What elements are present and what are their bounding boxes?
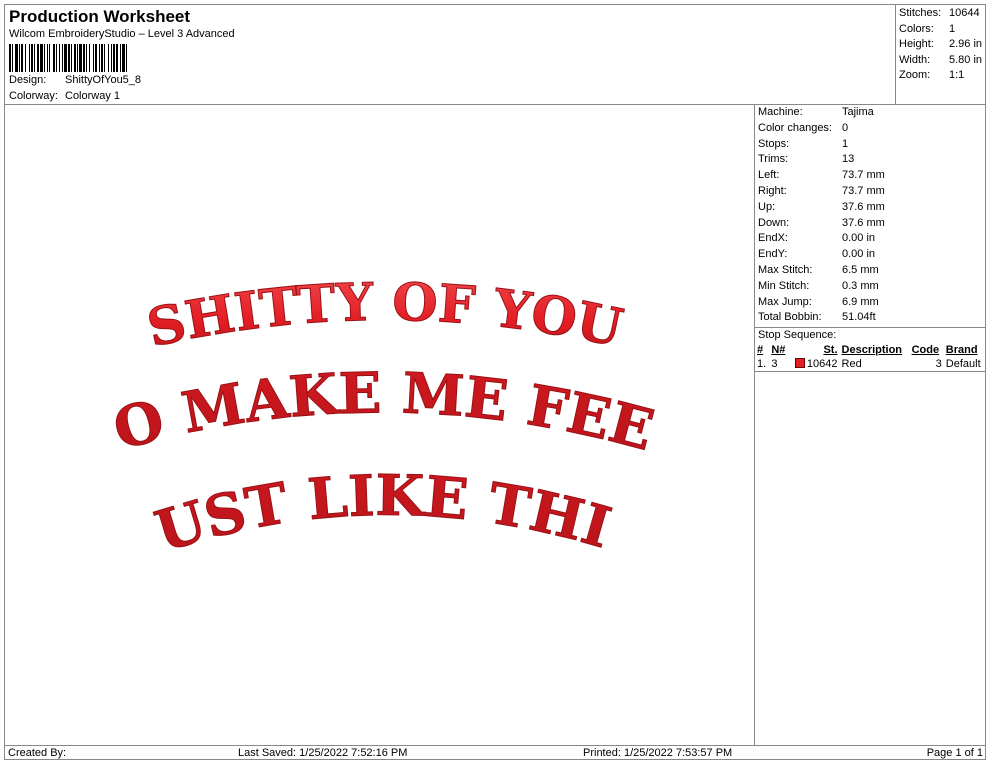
machine-info-value: 0.3 mm [842, 279, 879, 292]
design-value: ShittyOfYou5_8 [65, 74, 142, 86]
machine-info-value: 37.6 mm [842, 216, 885, 229]
colorway-row: Colorway: Colorway 1 [9, 90, 120, 102]
worksheet-frame: Production Worksheet Wilcom EmbroiderySt… [4, 4, 986, 760]
worksheet-header: Production Worksheet Wilcom EmbroiderySt… [5, 5, 895, 105]
machine-info-value: 37.6 mm [842, 200, 885, 213]
machine-info-label: Max Jump: [758, 295, 812, 308]
machine-info-row: Left: 73.7 mm [755, 168, 986, 184]
stop-cell-brand: Default [945, 357, 981, 370]
design-label: Design: [9, 74, 47, 86]
page-number: Page 1 of 1 [926, 747, 983, 759]
machine-info-label: Stops: [758, 137, 790, 150]
created-by: Created By: [8, 747, 67, 759]
machine-info-value: 6.5 mm [842, 263, 879, 276]
design-line-1: SHITTY OF YOU [142, 272, 628, 360]
worksheet-footer: Created By: Last Saved: 1/25/2022 7:52:1… [5, 745, 986, 760]
summary-colors: Colors: 1 [899, 22, 956, 35]
stop-cell-n: 3 [771, 357, 778, 370]
col-code: Code [911, 343, 940, 356]
stop-sequence-table: # N# St. Description Code Brand 1. 3 10642… [755, 343, 986, 372]
machine-info-label: Left: [758, 169, 780, 182]
machine-info-label: Machine: [758, 106, 803, 118]
machine-info-value: 0 [842, 121, 849, 134]
stop-cell-code: 3 [935, 357, 942, 370]
machine-info-row: Stops: 1 [755, 137, 986, 153]
thread-color-swatch [794, 357, 805, 368]
machine-info-value: 0.00 in [842, 232, 876, 245]
design-preview: SHITTY OF YOU TO MAKE ME FEEL JUST LIKE … [5, 105, 755, 745]
machine-info-value: 0.00 in [842, 248, 876, 261]
summary-width: Width: 5.80 in [899, 53, 983, 66]
machine-info-label: Down: [758, 216, 790, 229]
summary-stitches: Stitches: 10644 [899, 7, 980, 19]
col-brand: Brand [945, 343, 978, 356]
machine-info-label: Up: [758, 200, 776, 213]
machine-info-panel: Machine: Tajima Color changes: 0 Stops: 1 Trim… [755, 105, 986, 745]
table-row: 1. 3 10642 Red 3 Default [755, 357, 986, 372]
machine-info-value: 73.7 mm [842, 184, 885, 197]
machine-info-value: Tajima [842, 106, 874, 118]
machine-info-value: 73.7 mm [842, 169, 885, 182]
machine-info-row: Color changes: 0 [755, 121, 986, 137]
machine-info-label: EndX: [758, 232, 788, 245]
summary-zoom: Zoom: 1:1 [899, 69, 965, 82]
machine-info-value: 13 [842, 153, 855, 166]
machine-info-row: Right: 73.7 mm [755, 184, 986, 200]
colorway-label: Colorway: [9, 90, 58, 102]
last-saved: Last Saved: 1/25/2022 7:52:16 PM [238, 747, 408, 759]
machine-info-row: EndX: 0.00 in [755, 231, 986, 247]
printed-date: Printed: 1/25/2022 7:53:57 PM [583, 747, 733, 759]
machine-info-row: Max Jump: 6.9 mm [755, 295, 986, 311]
machine-info-value: 51.04ft [842, 311, 876, 324]
col-needle: N# [771, 343, 786, 356]
machine-info-value: 6.9 mm [842, 295, 879, 308]
stop-cell-description: Red [841, 357, 862, 370]
design-row: Design: ShittyOfYou5_8 [9, 74, 141, 86]
stop-sequence-header: # N# St. Description Code Brand [755, 343, 986, 357]
machine-info-label: Total Bobbin: [758, 311, 822, 324]
embroidery-design: SHITTY OF YOU TO MAKE ME FEEL JUST LIKE … [5, 105, 661, 566]
stop-sequence-title: Stop Sequence: [755, 327, 986, 343]
machine-info-list: Machine: Tajima Color changes: 0 Stops: 1 Trim… [755, 105, 986, 326]
machine-info-row: Max Stitch: 6.5 mm [755, 263, 986, 279]
machine-info-label: Trims: [758, 153, 789, 166]
page-title: Production Worksheet [9, 7, 191, 26]
stop-cell-num: 1. [757, 357, 767, 370]
machine-info-value: 1 [842, 137, 849, 150]
machine-info-label: Right: [758, 184, 787, 197]
summary-height: Height: 2.96 in [899, 38, 983, 51]
machine-info-row: Machine: Tajima [755, 105, 986, 121]
machine-info-row: Trims: 13 [755, 152, 986, 168]
barcode-icon [9, 44, 127, 72]
col-stitches: St. [823, 343, 838, 356]
machine-info-row: Down: 37.6 mm [755, 216, 986, 232]
machine-info-label: Color changes: [758, 121, 832, 134]
stop-cell-st: 10642 [789, 357, 840, 372]
machine-info-row: Total Bobbin: 51.04ft [755, 310, 986, 326]
machine-info-label: Max Stitch: [758, 263, 813, 276]
col-num: # [757, 343, 764, 356]
machine-info-row: EndY: 0.00 in [755, 247, 986, 263]
machine-info-label: EndY: [758, 248, 788, 261]
col-description: Description [841, 343, 903, 356]
summary-box: Stitches: 10644 Colors: 1 Height: 2.96 in W… [895, 5, 986, 105]
machine-info-label: Min Stitch: [758, 279, 810, 292]
software-name: Wilcom EmbroideryStudio – Level 3 Advanc… [9, 28, 235, 40]
machine-info-row: Min Stitch: 0.3 mm [755, 279, 986, 295]
colorway-value: Colorway 1 [65, 90, 121, 102]
machine-info-row: Up: 37.6 mm [755, 200, 986, 216]
